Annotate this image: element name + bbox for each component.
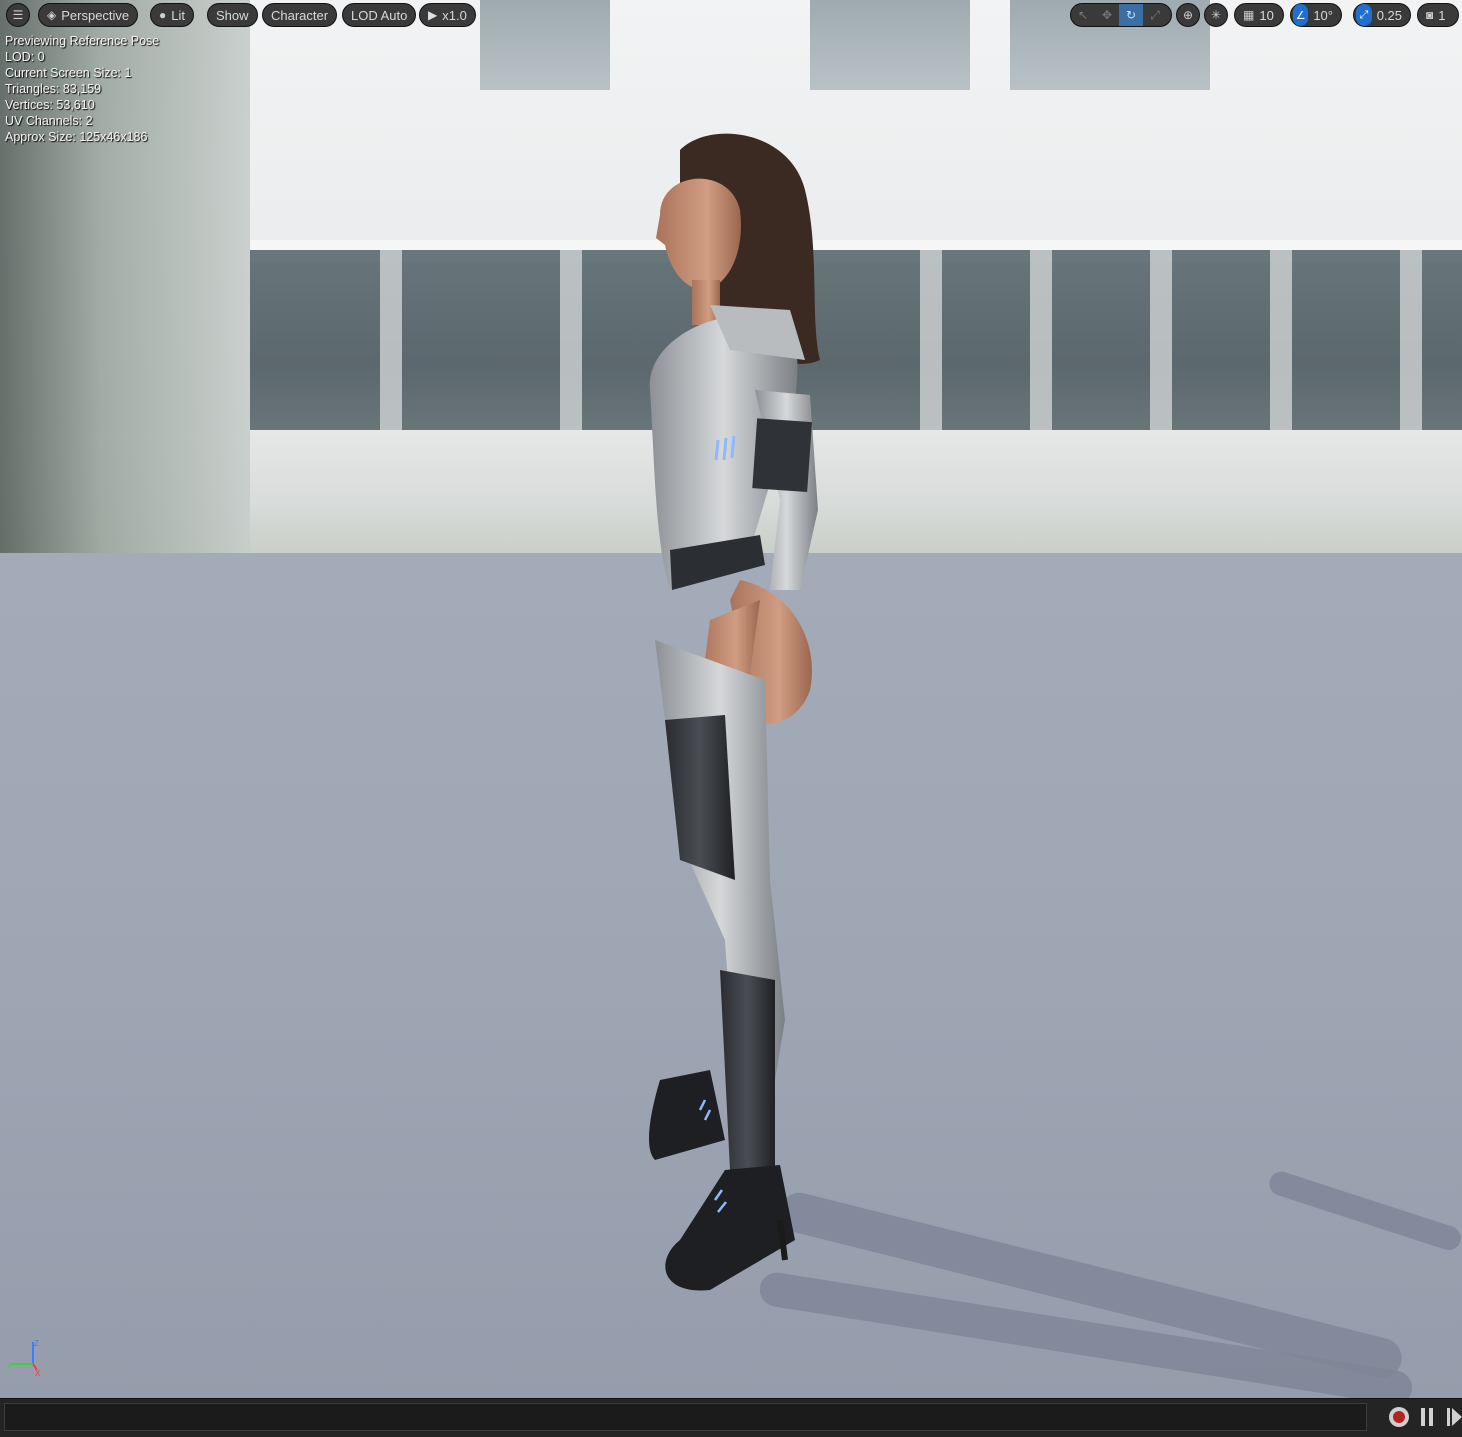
scale-mode-icon[interactable]: ⤢: [1143, 4, 1167, 26]
pause-icon: [1421, 1408, 1425, 1426]
stats-lod: LOD: 0: [5, 50, 45, 64]
rotation-snap-value: 10°: [1313, 7, 1333, 23]
building-pillar: [380, 250, 402, 450]
perspective-button[interactable]: ◈ Perspective: [38, 3, 139, 27]
perspective-label: Perspective: [61, 7, 130, 23]
grid-snap-value: 10: [1259, 7, 1274, 23]
show-button[interactable]: Show: [207, 3, 258, 27]
axis-y-label: Y: [7, 1363, 13, 1372]
transform-mode-group: ↖ ✥ ↻ ⤢: [1070, 3, 1172, 27]
scale-icon: ⤢: [1356, 4, 1372, 26]
viewport-stats: Previewing Reference Pose LOD: 0 Current…: [5, 33, 159, 145]
pause-button[interactable]: [1420, 1408, 1434, 1426]
globe-icon: ⊕: [1182, 8, 1194, 22]
axis-gizmo: Z Y X: [7, 1339, 41, 1378]
axis-z-label: Z: [34, 1339, 39, 1348]
stats-uv-channels: UV Channels: 2: [5, 114, 93, 128]
camera-speed-value: 1: [1438, 7, 1446, 23]
record-button[interactable]: [1389, 1407, 1409, 1427]
building-window: [810, 0, 970, 90]
stats-triangles: Triangles: 83,159: [5, 82, 102, 96]
hamburger-menu-icon: ☰: [12, 8, 24, 22]
grid-icon: ▦: [1243, 8, 1255, 22]
viewport[interactable]: ☰ ◈ Perspective ● Lit Show Character LOD…: [0, 0, 1462, 1398]
step-forward-icon[interactable]: [1447, 1408, 1462, 1426]
sphere-icon: ●: [159, 8, 167, 22]
grid-snap-button[interactable]: ▦ 10: [1234, 3, 1284, 27]
play-speed-button[interactable]: ▶ x1.0: [419, 3, 476, 27]
play-speed-label: x1.0: [442, 7, 467, 23]
play-icon: ▶: [428, 8, 438, 22]
building-pillar: [920, 250, 942, 450]
stats-approx-size: Approx Size: 125x46x186: [5, 130, 148, 144]
character-button[interactable]: Character: [262, 3, 338, 27]
scale-snap-button[interactable]: ⤢ 0.25: [1353, 3, 1411, 27]
character-mesh[interactable]: [560, 120, 880, 1300]
show-label: Show: [216, 7, 249, 23]
building-pillar: [1270, 250, 1292, 450]
lod-button[interactable]: LOD Auto: [342, 3, 417, 27]
cube-icon: ◈: [47, 8, 57, 22]
rotate-mode-icon[interactable]: ↻: [1119, 4, 1143, 26]
camera-icon: ◙: [1426, 8, 1434, 22]
stats-screen-size: Current Screen Size: 1: [5, 66, 132, 80]
stats-preview-mode: Previewing Reference Pose: [5, 34, 160, 48]
lod-label: LOD Auto: [351, 7, 408, 23]
world-local-toggle[interactable]: ⊕: [1176, 3, 1200, 27]
rotation-snap-button[interactable]: ∠ 10°: [1290, 3, 1342, 27]
timeline-scrubber[interactable]: [4, 1403, 1367, 1431]
stats-vertices: Vertices: 53,610: [5, 98, 95, 112]
building-pillar: [1400, 250, 1422, 450]
camera-speed-button[interactable]: ◙ 1: [1417, 3, 1459, 27]
pause-icon-bar: [1429, 1408, 1433, 1426]
scale-snap-value: 0.25: [1376, 7, 1402, 23]
translate-mode-icon[interactable]: ✥: [1095, 4, 1119, 26]
surface-snap-icon: ✳: [1210, 8, 1222, 22]
surface-snap-toggle[interactable]: ✳: [1204, 3, 1228, 27]
angle-icon: ∠: [1293, 4, 1309, 26]
timeline-bar: [0, 1398, 1462, 1437]
select-mode-icon[interactable]: ↖: [1071, 4, 1095, 26]
lit-button[interactable]: ● Lit: [150, 3, 194, 27]
lit-label: Lit: [171, 7, 185, 23]
building-window: [480, 0, 610, 90]
viewport-menu-button[interactable]: ☰: [6, 3, 30, 27]
record-icon: [1393, 1411, 1405, 1423]
character-label: Character: [271, 7, 329, 23]
building-pillar: [1150, 250, 1172, 450]
building-pillar: [1030, 250, 1052, 450]
axis-x-label: X: [35, 1369, 41, 1378]
